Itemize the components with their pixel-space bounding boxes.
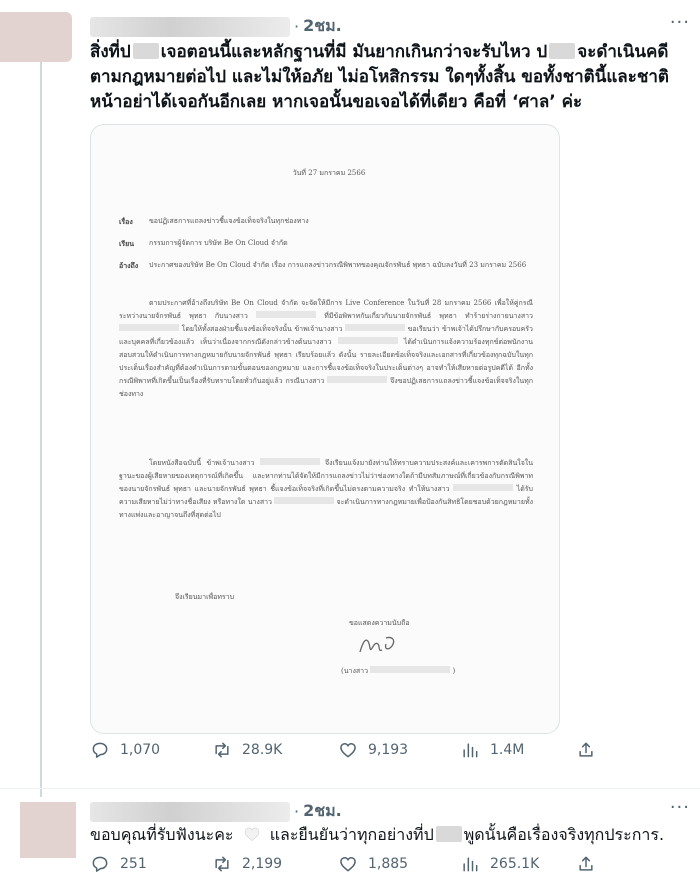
letter-signatory: (นางสาว ) [341,666,456,675]
retweet-icon [215,742,229,758]
reply-icon [92,742,108,758]
thread-connector [40,62,42,797]
more-options-button[interactable]: ··· [670,12,690,33]
like-button[interactable]: 1,885 [338,854,408,874]
letter-date: วันที่ 27 มกราคม 2566 [292,169,366,177]
views-button[interactable]: 265.1K [460,854,539,874]
redaction-mark [435,826,462,842]
letter-reference: อ้างถึง ประกาศของบริษัท Be On Cloud จำกั… [119,261,527,270]
letter-recipient: เรียน กรรมการผู้จัดการ บริษัท Be On Clou… [119,239,288,248]
share-icon [579,856,593,871]
signature-icon [359,636,395,653]
reply-icon [92,856,108,872]
attached-document-image[interactable]: วันที่ 27 มกราคม 2566 เรื่อง ขอปฏิเสธการ… [90,124,560,734]
white-heart-icon [244,827,259,842]
views-icon [463,743,478,758]
tweet-header: · 2ชม. [90,799,342,824]
avatar[interactable] [0,12,72,62]
letter-subject: เรื่อง ขอปฏิเสธการแถลงข่าวชี้แจงข้อเท็จจ… [119,217,309,226]
letter-document: วันที่ 27 มกราคม 2566 เรื่อง ขอปฏิเสธการ… [119,145,533,715]
reply-button[interactable]: 251 [90,854,147,874]
tweet-time[interactable]: 2ชม. [303,799,342,824]
letter-paragraph-1: ตามประกาศที่อ้างถึงบริษัท Be On Cloud จำ… [119,299,534,398]
retweet-button[interactable]: 2,199 [212,854,282,874]
avatar[interactable] [20,802,76,858]
letter-closing: จึงเรียนมาเพื่อทราบ [175,593,235,601]
redaction-mark [549,43,576,59]
tweet-header: · 2ชม. [90,14,342,39]
more-options-button[interactable]: ··· [670,797,690,818]
share-button[interactable] [576,854,606,874]
share-icon [579,742,593,757]
tweet-text: ขอบคุณที่รับฟังนะคะ และยืนยันว่าทุกอย่าง… [90,825,665,844]
retweet-button[interactable]: 28.9K [212,740,282,760]
redacted-username[interactable] [90,16,290,37]
reply-button[interactable]: 1,070 [90,740,160,760]
letter-sign-header: ขอแสดงความนับถือ [349,619,410,627]
redacted-username[interactable] [90,801,290,822]
retweet-icon [215,856,229,872]
tweet-time[interactable]: 2ชม. [303,14,342,39]
share-button[interactable] [576,740,606,760]
redaction-mark [132,43,159,59]
tweet-text: สิ่งที่ป เจอตอนนี้และหลักฐานที่มี มันยากเ… [90,42,669,112]
views-icon [463,857,478,872]
tweet-divider [0,788,700,789]
views-button[interactable]: 1.4M [460,740,524,760]
like-button[interactable]: 9,193 [338,740,408,760]
like-icon [340,743,356,758]
like-icon [340,857,356,872]
letter-paragraph-2: โดยหนังสือฉบับนี้ ข้าพเจ้านางสาว จึงเรีย… [119,458,534,519]
